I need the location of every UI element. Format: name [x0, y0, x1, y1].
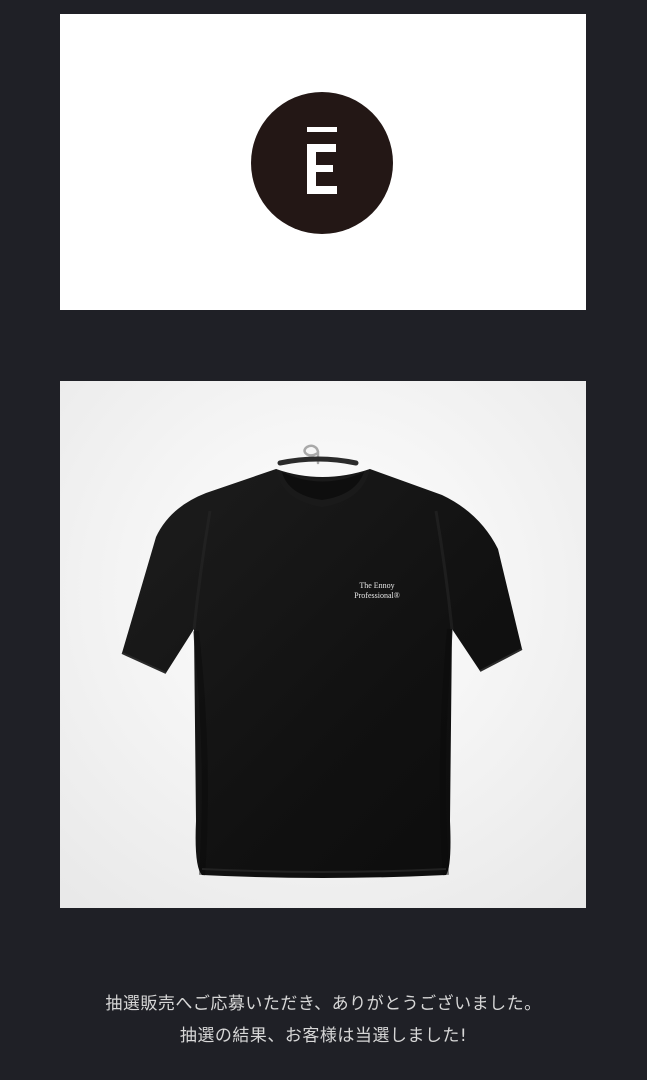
tshirt-photo: The Ennoy Professional®	[60, 381, 586, 908]
print-text-line2: Professional®	[354, 591, 400, 600]
message-line-2: 抽選の結果、お客様は当選しました!	[179, 1026, 468, 1046]
ennoy-logo	[251, 92, 393, 234]
lottery-result-message: 抽選販売へご応募いただき、ありがとうございました。 抽選の結果、お客様は当選しま…	[0, 988, 647, 1052]
print-text-line1: The Ennoy	[359, 581, 394, 590]
logo-card	[60, 14, 586, 310]
message-line-1: 抽選販売へご応募いただき、ありがとうございました。	[105, 994, 542, 1014]
product-image: The Ennoy Professional®	[60, 381, 586, 908]
ennoy-e-logo-icon	[307, 127, 337, 194]
